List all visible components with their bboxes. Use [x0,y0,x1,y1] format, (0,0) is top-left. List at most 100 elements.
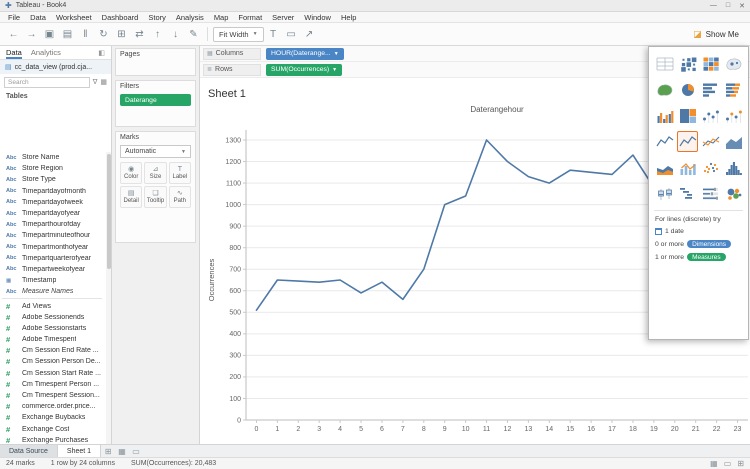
showme-treemaps[interactable] [677,105,698,126]
showme-dual-lines[interactable] [700,131,721,152]
menu-dashboard[interactable]: Dashboard [97,13,144,22]
filter-pill-daterange[interactable]: Daterange [120,94,191,106]
showme-bullet-graphs[interactable] [700,183,721,204]
showme-circle-views[interactable] [700,105,721,126]
filters-card[interactable]: Filters Daterange [115,80,196,127]
run-auto-updates-button[interactable]: ↻ [95,26,112,43]
field-adobe-sessionends[interactable]: # Adobe Sessionends [0,312,106,323]
menu-story[interactable]: Story [143,13,171,22]
showme-packed-bubbles[interactable] [723,183,744,204]
field-adobe-sessionstarts[interactable]: # Adobe Sessionstarts [0,323,106,334]
tab-data-source[interactable]: Data Source [0,445,58,457]
field-timepartminuteofhour[interactable]: Abc Timepartminuteofhour [0,230,106,241]
showme-side-by-side-bars[interactable] [654,105,675,126]
menu-worksheet[interactable]: Worksheet [51,13,97,22]
showme-area-charts-discrete[interactable] [654,157,675,178]
field-timepartmonthofyear[interactable]: Abc Timepartmonthofyear [0,242,106,253]
menu-data[interactable]: Data [25,13,51,22]
menu-format[interactable]: Format [233,13,267,22]
pill-hour-daterange[interactable]: HOUR(Daterange... ▼ [266,47,344,60]
field-store-name[interactable]: Abc Store Name [0,152,106,163]
showme-horizontal-bars[interactable] [700,79,721,100]
field-timepartdayofmonth[interactable]: Abc Timepartdayofmonth [0,186,106,197]
marks-color-button[interactable]: ◉ Color [120,162,143,184]
showme-gantt[interactable] [677,183,698,204]
tab-sheet-1[interactable]: Sheet 1 [57,445,102,457]
field-commerce-order-price[interactable]: # commerce.order.price... [0,401,106,412]
field-cm-session-person-de[interactable]: # Cm Session Person De... [0,356,106,367]
menu-analysis[interactable]: Analysis [171,13,209,22]
showme-text-tables[interactable] [654,53,675,74]
field-list-scrollbar[interactable] [106,152,111,444]
menu-window[interactable]: Window [299,13,336,22]
tab-analytics[interactable]: Analytics [31,46,61,59]
showme-highlight-tables[interactable] [700,53,721,74]
show-mark-labels-button[interactable]: T [265,26,282,43]
marks-size-button[interactable]: ⊿ Size [144,162,167,184]
showme-dual-combination[interactable] [677,157,698,178]
field-cm-timespent-person[interactable]: # Cm Timespent Person ... [0,379,106,390]
save-button[interactable]: ▣ [41,26,58,43]
show-sheet-sorter-icon[interactable]: ⊞ [737,459,744,468]
new-worksheet-icon[interactable]: ⊞ [101,445,115,457]
tab-data[interactable]: Data [6,46,22,59]
menu-help[interactable]: Help [336,13,361,22]
field-timeparthourofday[interactable]: Abc Timeparthourofday [0,219,106,230]
showme-lines-discrete[interactable] [677,131,698,152]
scrollbar-thumb[interactable] [106,154,111,269]
show-me-button[interactable]: ◪ Show Me [687,27,745,42]
marks-detail-button[interactable]: ▤ Detail [120,186,143,208]
sort-descending-button[interactable]: ↓ [167,26,184,43]
highlight-button[interactable]: ✎ [185,26,202,43]
field-cm-session-end-rate[interactable]: # Cm Session End Rate ... [0,345,106,356]
collapse-pane-icon[interactable]: ◧ [98,49,105,57]
field-ad-views[interactable]: # Ad Views [0,300,106,311]
marks-path-button[interactable]: ∿ Path [168,186,191,208]
show-filmstrip-icon[interactable]: ▭ [724,459,732,468]
share-button[interactable]: ↗ [301,26,318,43]
fit-selector[interactable]: Fit Width ▼ [213,26,264,42]
field-timestamp[interactable]: ▦ Timestamp [0,275,106,286]
field-cm-timespent-session[interactable]: # Cm Timespent Session... [0,390,106,401]
field-measure-names[interactable]: Abc Measure Names [0,286,106,297]
redo-button[interactable]: → [23,26,40,43]
field-store-region[interactable]: Abc Store Region [0,163,106,174]
field-exchange-buybacks[interactable]: # Exchange Buybacks [0,412,106,423]
field-timepartdayofweek[interactable]: Abc Timepartdayofweek [0,197,106,208]
showme-heat-maps[interactable] [677,53,698,74]
search-input[interactable] [4,76,90,88]
filter-funnel-icon[interactable]: ∇ [93,78,98,86]
showme-side-by-side-circles[interactable] [723,105,744,126]
showme-box-and-whisker[interactable] [654,183,675,204]
showme-filled-maps[interactable] [654,79,675,100]
menu-map[interactable]: Map [209,13,234,22]
close-button[interactable]: ✕ [739,2,745,10]
minimize-button[interactable]: — [710,2,717,10]
field-timepartquarterofyear[interactable]: Abc Timepartquarterofyear [0,253,106,264]
showme-area-charts-continuous[interactable] [723,131,744,152]
new-worksheet-button[interactable]: ⊞ [113,26,130,43]
marks-tooltip-button[interactable]: ❏ Tooltip [144,186,167,208]
undo-button[interactable]: ← [5,26,22,43]
pause-auto-updates-button[interactable]: ‖ [77,26,94,43]
presentation-mode-button[interactable]: ▭ [283,26,300,43]
new-dashboard-icon[interactable]: ▦ [115,445,129,457]
show-tabs-icon[interactable]: ▦ [710,459,718,468]
field-timepartweekofyear[interactable]: Abc Timepartweekofyear [0,264,106,275]
field-store-type[interactable]: Abc Store Type [0,174,106,185]
field-adobe-timespent[interactable]: # Adobe Timespent [0,334,106,345]
maximize-button[interactable]: □ [726,2,730,10]
showme-pie-charts[interactable] [677,79,698,100]
marks-label-button[interactable]: T Label [168,162,191,184]
sort-ascending-button[interactable]: ↑ [149,26,166,43]
add-data-source-button[interactable]: ▤ [59,26,76,43]
showme-histogram[interactable] [723,157,744,178]
showme-symbol-maps[interactable] [723,53,744,74]
menu-file[interactable]: File [3,13,25,22]
field-exchange-cost[interactable]: # Exchange Cost [0,424,106,435]
field-timepartdayofyear[interactable]: Abc Timepartdayofyear [0,208,106,219]
field-cm-session-start-rate[interactable]: # Cm Session Start Rate ... [0,368,106,379]
showme-stacked-bars[interactable] [723,79,744,100]
menu-server[interactable]: Server [267,13,299,22]
new-story-icon[interactable]: ▭ [129,445,143,457]
